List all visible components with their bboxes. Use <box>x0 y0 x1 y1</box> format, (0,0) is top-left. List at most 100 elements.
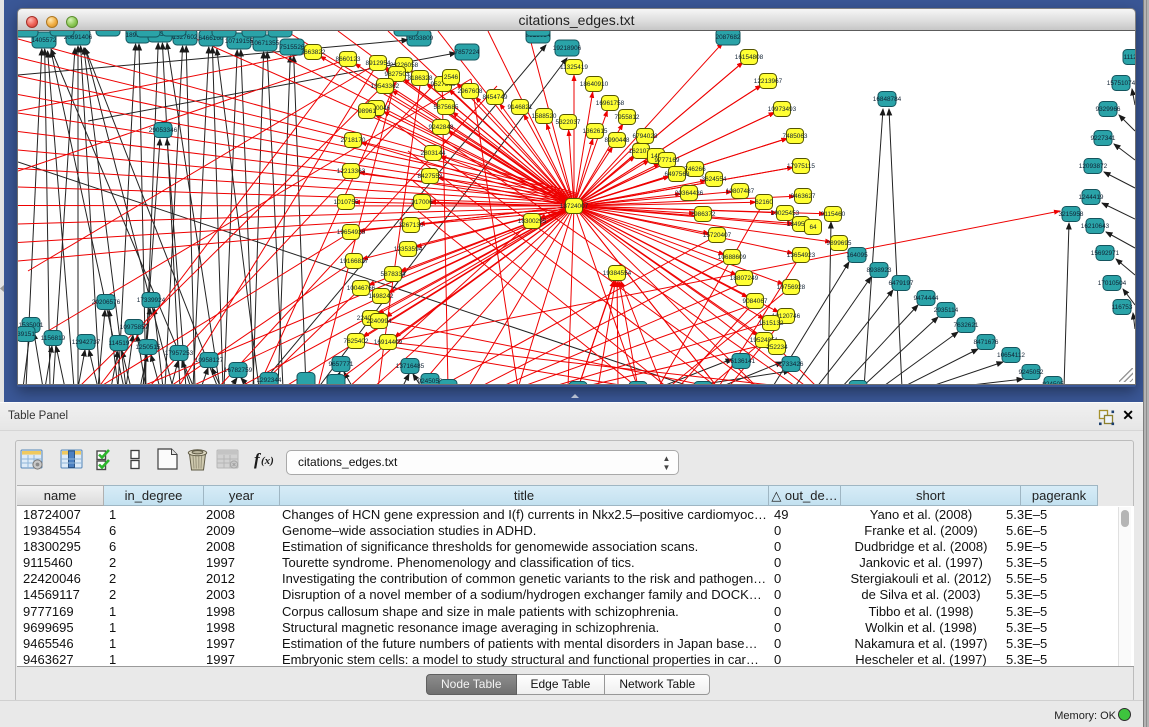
svg-text:19384554: 19384554 <box>603 270 632 277</box>
svg-text:16210643: 16210643 <box>1081 223 1110 230</box>
svg-text:12213967: 12213967 <box>754 78 783 85</box>
svg-text:1588520: 1588520 <box>532 113 557 120</box>
svg-text:7625402: 7625402 <box>344 338 369 345</box>
svg-text:9242848: 9242848 <box>429 124 454 131</box>
svg-text:16848784: 16848784 <box>873 96 902 103</box>
svg-text:10975857: 10975857 <box>120 324 149 331</box>
svg-text:8454749: 8454749 <box>483 94 508 101</box>
svg-text:7857224: 7857224 <box>455 49 480 56</box>
svg-text:9329966: 9329966 <box>1096 106 1121 113</box>
svg-text:13353594: 13353594 <box>394 246 423 253</box>
svg-text:116753: 116753 <box>1112 304 1133 311</box>
svg-text:13654923: 13654923 <box>787 252 816 259</box>
svg-text:12213363: 12213363 <box>337 168 366 175</box>
svg-text:(x): (x) <box>261 455 274 467</box>
svg-text:12093872: 12093872 <box>1079 163 1108 170</box>
svg-text:17957253: 17957253 <box>165 350 194 357</box>
svg-text:9657771: 9657771 <box>329 361 354 368</box>
svg-text:12942737: 12942737 <box>72 339 101 346</box>
svg-text:2967608: 2967608 <box>458 88 483 95</box>
svg-text:924505: 924505 <box>1042 381 1064 385</box>
svg-text:10046766: 10046766 <box>347 285 376 292</box>
svg-text:10671355: 10671355 <box>251 40 280 47</box>
svg-text:252234: 252234 <box>766 344 788 351</box>
svg-text:98961: 98961 <box>358 108 376 115</box>
svg-text:1244419: 1244419 <box>1079 194 1104 201</box>
svg-text:2803144: 2803144 <box>421 150 446 157</box>
svg-text:17975115: 17975115 <box>787 163 815 170</box>
svg-text:6497568: 6497568 <box>665 171 690 178</box>
svg-text:9227341: 9227341 <box>1091 135 1116 142</box>
svg-text:10958127: 10958127 <box>195 357 224 364</box>
svg-text:17339924: 17339924 <box>137 297 166 304</box>
svg-text:29053346: 29053346 <box>149 127 178 134</box>
svg-text:1615132: 1615132 <box>759 320 784 327</box>
svg-text:7986372: 7986372 <box>691 211 716 218</box>
svg-text:7663822: 7663822 <box>301 49 326 56</box>
svg-text:1362615: 1362615 <box>583 128 608 135</box>
svg-text:1498242: 1498242 <box>369 293 394 300</box>
svg-text:64: 64 <box>809 224 817 231</box>
svg-text:3215958: 3215958 <box>1059 211 1084 218</box>
svg-text:9777169: 9777169 <box>655 157 680 164</box>
svg-text:19654938: 19654938 <box>337 229 366 236</box>
svg-text:10973493: 10973493 <box>768 106 797 113</box>
svg-text:8938923: 8938923 <box>867 267 892 274</box>
svg-text:8427552: 8427552 <box>418 173 443 180</box>
svg-text:164095: 164095 <box>846 252 868 259</box>
svg-text:10807487: 10807487 <box>726 188 755 195</box>
svg-text:7485063: 7485063 <box>783 133 808 140</box>
svg-text:10688609: 10688609 <box>718 254 747 261</box>
svg-text:16154808: 16154808 <box>735 54 764 61</box>
svg-text:18300295: 18300295 <box>518 218 547 225</box>
svg-text:9084067: 9084067 <box>743 298 768 305</box>
svg-text:11121: 11121 <box>1124 54 1135 61</box>
svg-text:8186328: 8186328 <box>408 75 433 82</box>
svg-text:15692971: 15692971 <box>1091 250 1120 257</box>
svg-text:7632621: 7632621 <box>954 322 979 329</box>
svg-text:2935114: 2935114 <box>934 307 959 314</box>
svg-text:1405572: 1405572 <box>32 37 57 44</box>
svg-text:5878334: 5878334 <box>381 271 406 278</box>
svg-text:18724007: 18724007 <box>560 203 589 210</box>
svg-text:1292344: 1292344 <box>257 377 282 384</box>
svg-text:10543362: 10543362 <box>371 83 400 90</box>
svg-text:19166827: 19166827 <box>340 258 369 265</box>
svg-text:20206576: 20206576 <box>92 299 121 306</box>
svg-text:18640910: 18640910 <box>580 81 609 88</box>
svg-text:6479197: 6479197 <box>889 280 914 287</box>
svg-text:8990448: 8990448 <box>605 137 630 144</box>
svg-text:8660123: 8660123 <box>336 56 361 63</box>
svg-text:9115460: 9115460 <box>821 211 846 218</box>
svg-text:3624554: 3624554 <box>702 176 727 183</box>
svg-text:18807249: 18807249 <box>730 275 759 282</box>
svg-text:20364436: 20364436 <box>675 190 704 197</box>
svg-text:15136141: 15136141 <box>727 358 756 365</box>
svg-text:16782759: 16782759 <box>224 367 253 374</box>
svg-text:15751074: 15751074 <box>1107 80 1135 87</box>
svg-text:10756928: 10756928 <box>777 284 806 291</box>
svg-text:17010504: 17010504 <box>1098 280 1127 287</box>
svg-text:9474444: 9474444 <box>914 295 939 302</box>
svg-text:1250515: 1250515 <box>136 344 161 351</box>
svg-text:9827503: 9827503 <box>385 71 410 78</box>
svg-text:10719155: 10719155 <box>225 38 254 45</box>
svg-text:7955812: 7955812 <box>615 114 640 121</box>
svg-text:62160: 62160 <box>755 199 773 206</box>
svg-text:114519: 114519 <box>109 340 130 347</box>
svg-text:5322037: 5322037 <box>556 119 581 126</box>
svg-text:1733426: 1733426 <box>779 361 804 368</box>
svg-text:16961758: 16961758 <box>596 100 625 107</box>
svg-text:19218906: 19218906 <box>553 45 582 52</box>
svg-text:3267130: 3267130 <box>399 222 424 229</box>
svg-text:39151: 39151 <box>18 331 35 338</box>
svg-text:1010755: 1010755 <box>334 199 359 206</box>
svg-text:917006: 917006 <box>411 199 433 206</box>
svg-text:8471676: 8471676 <box>974 339 999 346</box>
svg-text:2546: 2546 <box>444 74 459 81</box>
svg-text:9463627: 9463627 <box>791 193 816 200</box>
svg-text:15720407: 15720407 <box>703 232 732 239</box>
svg-text:8912954: 8912954 <box>366 60 391 67</box>
svg-text:10654112: 10654112 <box>997 352 1025 359</box>
svg-text:13716485: 13716485 <box>396 363 425 370</box>
